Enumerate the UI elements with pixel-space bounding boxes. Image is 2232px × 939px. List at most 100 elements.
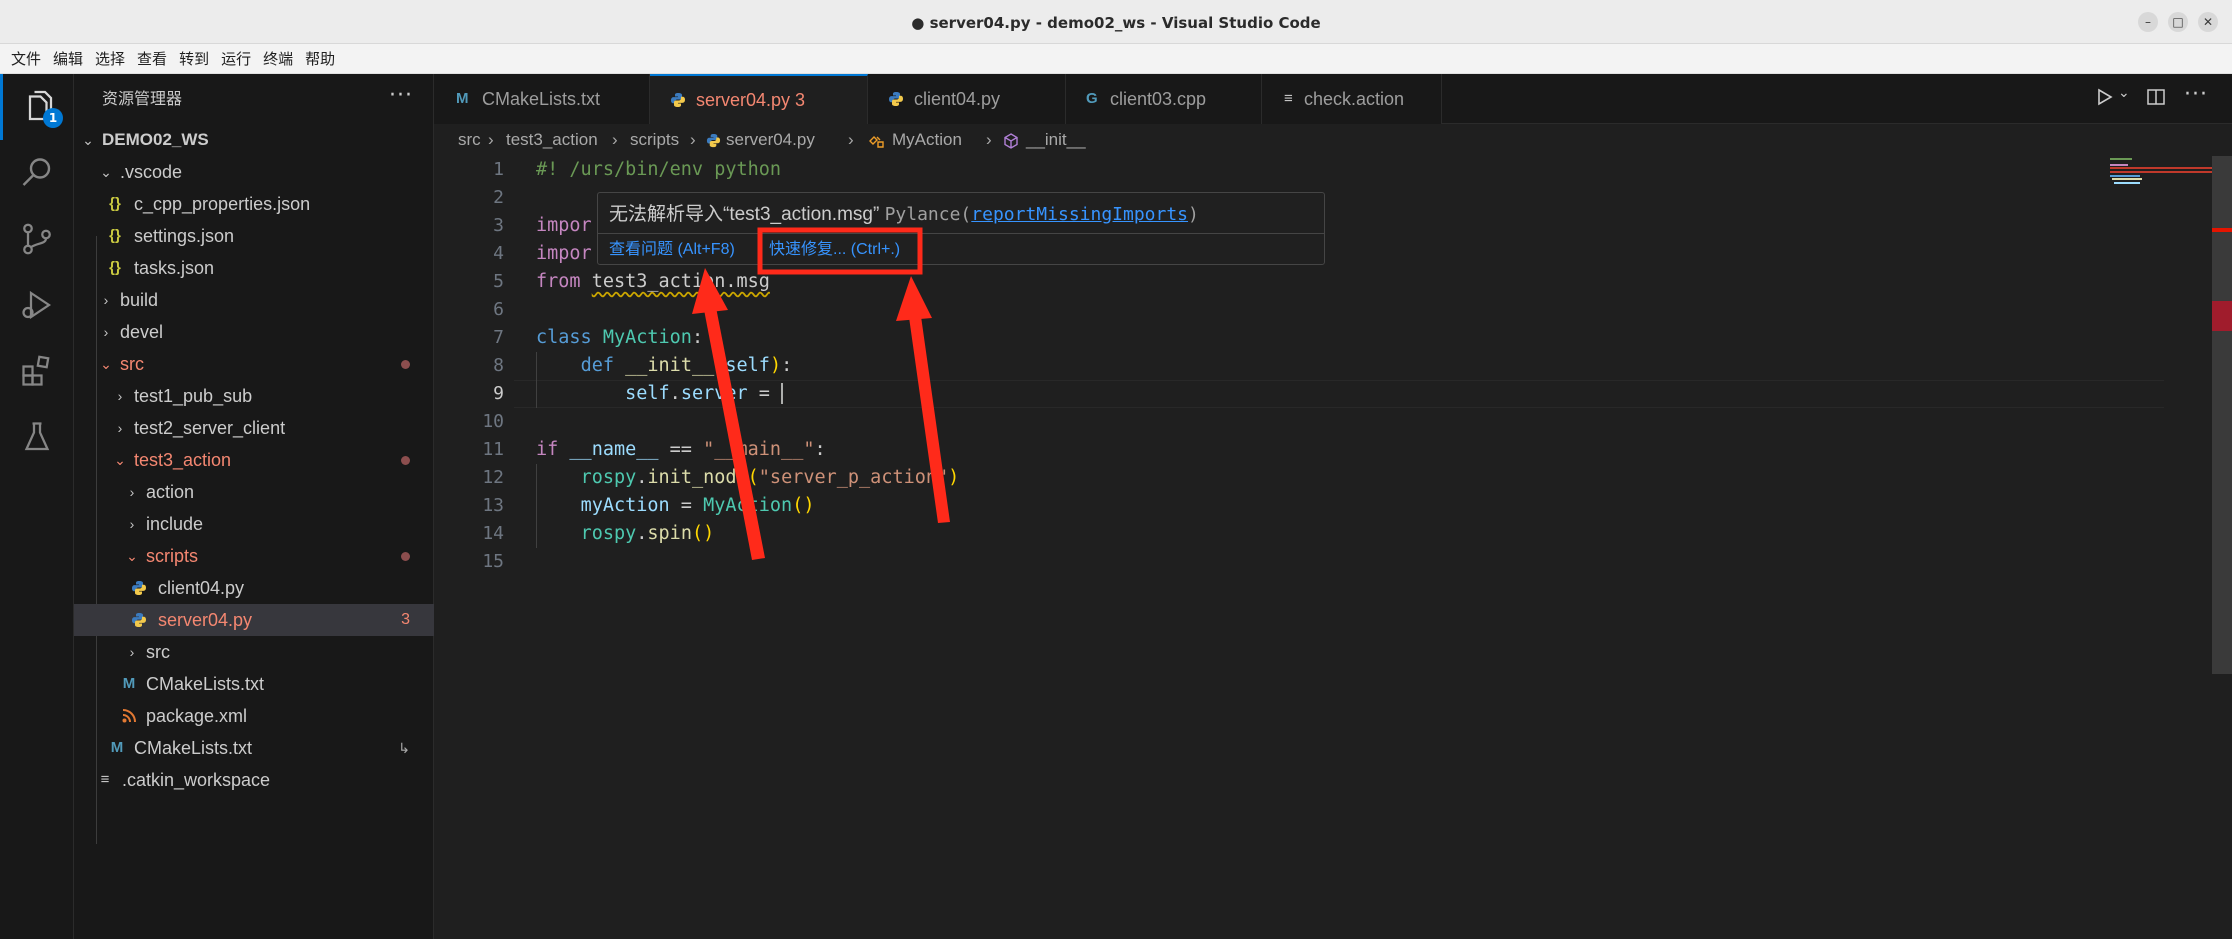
breadcrumb-src[interactable]: src xyxy=(458,124,481,156)
code-editor[interactable]: 1 2 3 4 5 6 7 8 9 10 11 12 13 14 15 #! /… xyxy=(434,156,2232,939)
breadcrumb-server04[interactable]: server04.py xyxy=(726,124,815,156)
activity-bar: 1 xyxy=(0,74,74,939)
tree-folder-test3-action[interactable]: ⌄ test3_action xyxy=(74,444,434,476)
diagnostic-rule-link[interactable]: reportMissingImports xyxy=(971,204,1188,225)
tree-label: DEMO02_WS xyxy=(102,130,209,149)
minimap[interactable] xyxy=(2098,156,2220,939)
tree-label: test2_server_client xyxy=(134,418,286,438)
source-control-button[interactable] xyxy=(0,206,74,272)
tree-folder-scripts[interactable]: ⌄ scripts xyxy=(74,540,434,572)
tree-file-package-xml[interactable]: package.xml xyxy=(74,700,434,732)
tree-file-tasks[interactable]: {} tasks.json xyxy=(74,252,434,284)
tree-folder-action[interactable]: › action xyxy=(74,476,434,508)
scrollbar-error-marker xyxy=(2212,228,2232,232)
hover-divider xyxy=(598,233,1324,234)
tree-folder-src[interactable]: ⌄ src xyxy=(74,348,434,380)
minimize-button[interactable]: – xyxy=(2138,12,2158,32)
line-number: 12 xyxy=(482,467,504,488)
window-title: ● server04.py - demo02_ws - Visual Studi… xyxy=(911,14,1321,32)
tree-file-settings[interactable]: {} settings.json xyxy=(74,220,434,252)
explorer-badge: 1 xyxy=(43,108,63,128)
code-line: impor xyxy=(536,215,592,236)
tab-label: client04.py xyxy=(914,89,1001,109)
split-editor-icon[interactable] xyxy=(2146,87,2166,112)
explorer-button[interactable]: 1 xyxy=(0,74,74,140)
quick-fix-link[interactable]: 快速修复... (Ctrl+.) xyxy=(769,235,900,265)
tree-file-server04-selected[interactable]: server04.py 3 xyxy=(74,604,434,636)
chevron-down-icon: ⌄ xyxy=(82,132,94,148)
diagnostic-source: Pylance( xyxy=(884,204,972,225)
tree-root-demo02-ws[interactable]: ⌄ DEMO02_WS xyxy=(74,124,434,156)
tab-label: client03.cpp xyxy=(1110,89,1207,109)
tree-folder-devel[interactable]: › devel xyxy=(74,316,434,348)
python-file-icon xyxy=(706,124,721,159)
code-line: if __name__ == "__main__": xyxy=(536,439,826,460)
vertical-scrollbar[interactable] xyxy=(2212,156,2232,674)
explorer-title: 资源管理器 xyxy=(102,89,183,108)
cmake-file-icon: M xyxy=(122,675,136,692)
tree-folder-build[interactable]: › build xyxy=(74,284,434,316)
breadcrumb-init[interactable]: __init__ xyxy=(1026,124,1086,156)
source-control-icon xyxy=(23,223,51,255)
tab-client04[interactable]: client04.py xyxy=(868,74,1066,124)
tree-folder-test2-server-client[interactable]: › test2_server_client xyxy=(74,412,434,444)
view-problem-link[interactable]: 查看问题 (Alt+F8) xyxy=(609,235,735,265)
breadcrumb-scripts[interactable]: scripts xyxy=(630,124,679,156)
tree-label: package.xml xyxy=(146,706,248,726)
tree-label: scripts xyxy=(146,546,199,566)
tree-file-cmakelists-src[interactable]: M CMakeLists.txt ↳ xyxy=(74,732,434,764)
breadcrumb-myaction[interactable]: MyAction xyxy=(892,124,962,156)
close-button[interactable]: ✕ xyxy=(2198,12,2218,32)
testing-button[interactable] xyxy=(0,404,74,470)
extensions-icon xyxy=(22,355,50,386)
menu-go[interactable]: 转到 xyxy=(173,44,215,74)
tree-folder-test1-pub-sub[interactable]: › test1_pub_sub xyxy=(74,380,434,412)
tree-file-catkin-workspace[interactable]: ≡ .catkin_workspace xyxy=(74,764,434,796)
tree-label: client04.py xyxy=(158,578,245,598)
breadcrumb: src › test3_action › scripts › server04.… xyxy=(434,124,2232,156)
tree-file-cmakelists-pkg[interactable]: M CMakeLists.txt xyxy=(74,668,434,700)
line-number: 8 xyxy=(493,355,504,376)
line-number: 6 xyxy=(493,299,504,320)
python-file-icon xyxy=(130,604,148,640)
text-file-icon: ≡ xyxy=(100,771,110,788)
menu-view[interactable]: 查看 xyxy=(131,44,173,74)
search-button[interactable] xyxy=(0,140,74,206)
breadcrumb-separator: › xyxy=(986,130,992,149)
menu-run[interactable]: 运行 xyxy=(215,44,257,74)
menu-help[interactable]: 帮助 xyxy=(299,44,341,74)
run-file-icon[interactable] xyxy=(2094,87,2114,112)
run-debug-button[interactable] xyxy=(0,272,74,338)
tree-file-c-cpp-properties[interactable]: {} c_cpp_properties.json xyxy=(74,188,434,220)
tree-label: .vscode xyxy=(120,162,183,182)
tree-folder-src-inner[interactable]: › src xyxy=(74,636,434,668)
line-number: 3 xyxy=(493,215,504,236)
tab-cmakelists[interactable]: M CMakeLists.txt xyxy=(434,74,650,124)
tree-file-client04[interactable]: client04.py xyxy=(74,572,434,604)
line-number: 10 xyxy=(482,411,504,432)
menu-selection[interactable]: 选择 xyxy=(89,44,131,74)
menu-terminal[interactable]: 终端 xyxy=(257,44,299,74)
tree-label: settings.json xyxy=(134,226,235,246)
tab-check-action[interactable]: ≡ check.action xyxy=(1262,74,1442,124)
cmake-file-icon: M xyxy=(456,90,469,107)
chevron-down-icon[interactable]: ⌄ xyxy=(2118,85,2130,101)
tree-folder-include[interactable]: › include xyxy=(74,508,434,540)
tree-label: test3_action xyxy=(134,450,232,470)
breadcrumb-test3-action[interactable]: test3_action xyxy=(506,124,598,156)
more-actions-icon[interactable]: ··· xyxy=(2184,82,2208,107)
tab-client03[interactable]: G client03.cpp xyxy=(1066,74,1262,124)
error-dot xyxy=(401,456,410,465)
tree-folder-vscode[interactable]: ⌄ .vscode xyxy=(74,156,434,188)
extensions-button[interactable] xyxy=(0,338,74,404)
code-line: from test3_action.msg xyxy=(536,271,770,292)
tab-server04[interactable]: server04.py 3 xyxy=(650,74,1054,124)
diagnostic-source-close: ) xyxy=(1188,204,1199,225)
tree-label: CMakeLists.txt xyxy=(134,738,253,758)
menu-file[interactable]: 文件 xyxy=(5,44,47,74)
breadcrumb-separator: › xyxy=(612,130,618,149)
explorer-more-actions-icon[interactable]: ··· xyxy=(389,74,413,124)
maximize-button[interactable]: □ xyxy=(2168,12,2188,32)
breadcrumb-separator: › xyxy=(848,130,854,149)
menu-edit[interactable]: 编辑 xyxy=(47,44,89,74)
